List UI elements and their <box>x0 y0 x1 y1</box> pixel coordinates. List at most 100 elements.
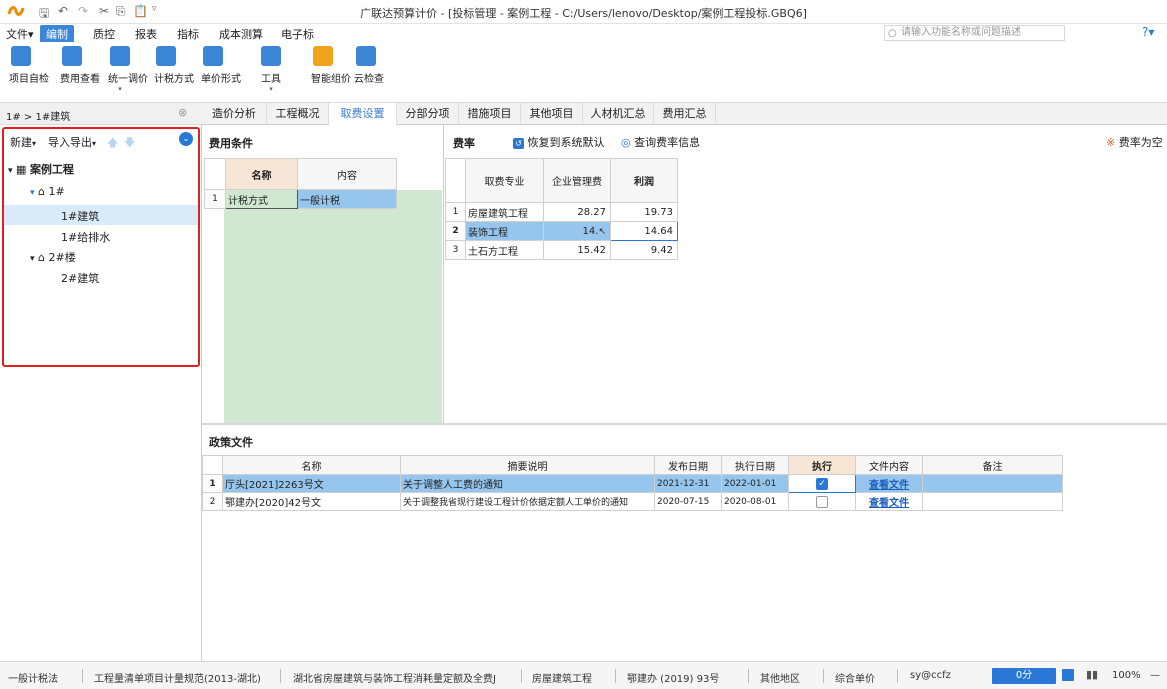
tree-item-2-building[interactable]: 2#建筑 <box>61 270 99 286</box>
fee-view-button[interactable]: 费用查看 <box>60 46 100 85</box>
tab-sub-items[interactable]: 分部分项 <box>397 103 459 125</box>
move-down-icon[interactable]: 🡇 <box>124 134 135 153</box>
help-icon[interactable]: ?▾ <box>1142 25 1154 39</box>
view-mode-grid-icon[interactable]: ▮▮ <box>1086 668 1098 681</box>
note-cell[interactable] <box>922 492 1063 511</box>
status-quota[interactable]: 湖北省房屋建筑与装饰工程消耗量定额及全费J <box>293 670 519 685</box>
table-row[interactable]: 2 装饰工程 14.↖ 14.64 <box>445 221 678 241</box>
view-file-link[interactable]: 查看文件 <box>869 498 909 509</box>
column-header: 取费专业 <box>465 158 544 203</box>
menu-report[interactable]: 报表 <box>135 26 157 42</box>
menu-index[interactable]: 指标 <box>177 26 199 42</box>
expand-all-icon[interactable]: ⌄ <box>179 132 193 146</box>
tab-measures[interactable]: 措施项目 <box>459 103 521 125</box>
menu-e-bid[interactable]: 电子标 <box>281 26 314 42</box>
execute-cell[interactable]: ✓ <box>788 474 856 493</box>
column-header: 企业管理费 <box>543 158 611 203</box>
status-specialty[interactable]: 房屋建筑工程 <box>532 670 592 685</box>
restore-default-button[interactable]: ↺ 恢复到系统默认 <box>513 134 605 150</box>
file-link-cell[interactable]: 查看文件 <box>855 492 923 511</box>
policy-desc-cell[interactable]: 关于调整人工费的通知 <box>400 474 655 493</box>
file-link-cell[interactable]: 查看文件 <box>855 474 923 493</box>
name-cell[interactable]: 计税方式 <box>225 189 298 209</box>
execute-cell[interactable] <box>788 492 856 511</box>
status-tax-method[interactable]: 一般计税法 <box>8 670 58 685</box>
tab-fee-setting[interactable]: 取费设置 <box>329 103 397 125</box>
table-row[interactable]: 3 土石方工程 15.42 9.42 <box>445 240 678 260</box>
mgmt-fee-cell[interactable]: 28.27 <box>543 202 611 222</box>
profit-cell[interactable]: 14.64 <box>610 221 678 241</box>
collapse-panel-icon[interactable]: ⊗ <box>178 106 187 119</box>
menu-edit[interactable]: 编制 <box>40 25 74 43</box>
policy-name-cell[interactable]: 厅头[2021]2263号文 <box>222 474 401 493</box>
mgmt-fee-cell[interactable]: 15.42 <box>543 240 611 260</box>
execute-checkbox[interactable]: ✓ <box>816 477 828 490</box>
column-header: 执行 <box>788 455 856 475</box>
publish-date-cell: 2021-12-31 <box>654 474 722 493</box>
zoom-out-button[interactable]: — <box>1150 670 1160 681</box>
move-up-icon[interactable]: 🡅 <box>107 134 118 153</box>
tax-icon <box>156 46 176 66</box>
fee-rate-table: 取费专业 企业管理费 利润 1 房屋建筑工程 28.27 19.73 2 装饰工… <box>445 158 678 260</box>
specialty-cell[interactable]: 房屋建筑工程 <box>465 202 544 222</box>
table-row[interactable]: 1 计税方式 一般计税 <box>204 189 397 209</box>
exec-date-cell: 2022-01-01 <box>721 474 789 493</box>
table-row[interactable]: 2 鄂建办[2020]42号文 关于调整我省现行建设工程计价依据定额人工单价的通… <box>202 492 1063 511</box>
tree-item-project[interactable]: ▾ ▦ 案例工程 <box>8 161 74 177</box>
column-header: 执行日期 <box>721 455 789 475</box>
tab-overview[interactable]: 工程概况 <box>267 103 329 125</box>
score-badge[interactable]: 0分 <box>992 668 1056 684</box>
specialty-cell[interactable]: 土石方工程 <box>465 240 544 260</box>
policy-title: 政策文件 <box>209 436 253 449</box>
status-region[interactable]: 其他地区 <box>760 670 800 685</box>
breadcrumb: 1# > 1#建筑 ⊗ <box>0 103 202 125</box>
note-cell[interactable] <box>922 474 1063 493</box>
table-row[interactable]: 1 厅头[2021]2263号文 关于调整人工费的通知 2021-12-31 2… <box>202 474 1063 493</box>
tab-fee-summary[interactable]: 费用汇总 <box>654 103 716 125</box>
column-header: 名称 <box>225 158 298 190</box>
tools-button[interactable]: 工具 ▾ <box>259 46 283 93</box>
policy-table: 名称 摘要说明 发布日期 执行日期 执行 文件内容 备注 1 厅头[2021]2… <box>202 455 1063 511</box>
unit-price-form-button[interactable]: 单价形式 <box>201 46 241 85</box>
query-rate-button[interactable]: ◎ 查询费率信息 <box>621 134 700 150</box>
tab-labor-material-summary[interactable]: 人材机汇总 <box>583 103 654 125</box>
specialty-cell[interactable]: 装饰工程 <box>465 221 544 241</box>
tree-item-1-plumbing[interactable]: 1#给排水 <box>61 229 110 245</box>
project-self-check-button[interactable]: 项目自检 <box>9 46 49 85</box>
status-spec[interactable]: 工程量清单项目计量规范(2013-湖北) <box>94 670 261 685</box>
profit-cell[interactable]: 9.42 <box>610 240 678 260</box>
menu-quality[interactable]: 质控 <box>93 26 115 42</box>
menu-file[interactable]: 文件▾ <box>6 26 34 42</box>
menu-cost-estimate[interactable]: 成本测算 <box>219 26 263 42</box>
smart-pricing-button[interactable]: 智能组价 <box>311 46 351 85</box>
execute-checkbox[interactable] <box>816 495 828 508</box>
policy-name-cell[interactable]: 鄂建办[2020]42号文 <box>222 492 401 511</box>
column-header: 名称 <box>222 455 401 475</box>
cloud-check-button[interactable]: 云检查 <box>354 46 384 85</box>
column-header: 利润 <box>610 158 678 203</box>
status-price-type[interactable]: 综合单价 <box>835 670 875 685</box>
fee-conditions-title: 费用条件 <box>209 137 253 150</box>
policy-panel: 政策文件 名称 摘要说明 发布日期 执行日期 执行 文件内容 备注 1 厅头[2… <box>202 423 1167 661</box>
status-doc-number[interactable]: 鄂建办 (2019) 93号 <box>627 670 719 685</box>
view-mode-list-icon[interactable] <box>1062 669 1074 681</box>
cloud-check-icon <box>356 46 376 66</box>
tree-item-unit-1[interactable]: ▾ ⌂ 1# <box>30 185 65 198</box>
mgmt-fee-cell[interactable]: 14.↖ <box>543 221 611 241</box>
view-file-link[interactable]: 查看文件 <box>869 480 909 491</box>
table-row[interactable]: 1 房屋建筑工程 28.27 19.73 <box>445 202 678 222</box>
tax-method-button[interactable]: 计税方式 <box>154 46 194 85</box>
fee-conditions-table: 名称 内容 1 计税方式 一般计税 <box>204 158 397 209</box>
tree-item-1-building[interactable]: 1#建筑 <box>4 205 198 225</box>
column-header: 发布日期 <box>654 455 722 475</box>
content-cell[interactable]: 一般计税 <box>297 189 397 209</box>
unified-adjust-button[interactable]: 统一调价 ▾ <box>108 46 148 93</box>
search-input[interactable]: ○ 请输入功能名称或问题描述 <box>884 25 1065 41</box>
policy-desc-cell[interactable]: 关于调整我省现行建设工程计价依据定额人工单价的通知 <box>400 492 655 511</box>
profit-cell[interactable]: 19.73 <box>610 202 678 222</box>
tab-cost-analysis[interactable]: 造价分析 <box>202 103 267 125</box>
tab-other-items[interactable]: 其他项目 <box>521 103 583 125</box>
import-export-button[interactable]: 导入导出▾ <box>48 134 96 150</box>
new-button[interactable]: 新建▾ <box>10 134 36 150</box>
tree-item-unit-2[interactable]: ▾ ⌂ 2#楼 <box>30 249 76 265</box>
